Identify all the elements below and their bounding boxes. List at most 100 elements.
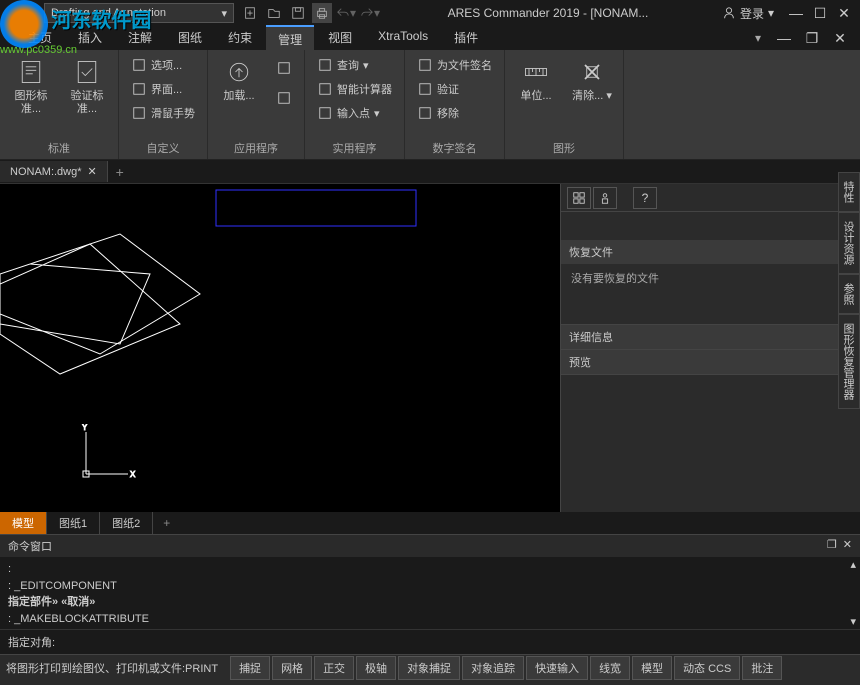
status-快速输入-button[interactable]: 快速输入 (526, 656, 588, 680)
list-view-icon[interactable] (593, 187, 617, 209)
menu-tab-主页[interactable]: 主页 (16, 25, 64, 52)
ribbon-query-button[interactable]: 查询 ▾ (311, 54, 398, 76)
add-tab-button[interactable]: + (108, 164, 132, 180)
query-icon (317, 57, 333, 73)
status-网格-button[interactable]: 网格 (272, 656, 312, 680)
cmd-restore-icon[interactable]: ❐ (827, 538, 837, 554)
menu-tab-管理[interactable]: 管理 (266, 25, 314, 52)
play-arrow[interactable] (270, 54, 298, 82)
panel-section-header[interactable]: 恢复文件✕ (561, 240, 860, 264)
command-window: 命令窗口 ❐ ✕ : : _EDITCOMPONENT 指定部件» «取消» :… (0, 534, 860, 654)
menu-tab-注解[interactable]: 注解 (116, 25, 164, 52)
menu-tab-插件[interactable]: 插件 (442, 25, 490, 52)
ribbon-mouse-button[interactable]: 滑鼠手势 (125, 102, 201, 124)
panel-section-header[interactable]: 详细信息✕ (561, 325, 860, 349)
scroll-up-icon[interactable]: ▴ (850, 557, 856, 574)
svg-text:Y: Y (82, 424, 88, 432)
ribbon-group-label: 标准 (6, 137, 112, 159)
side-tab-特性[interactable]: 特性 (838, 172, 860, 212)
status-正交-button[interactable]: 正交 (314, 656, 354, 680)
help-icon[interactable]: ? (633, 187, 657, 209)
new-icon[interactable] (240, 3, 260, 23)
side-tab-设计资源[interactable]: 设计资源 (838, 212, 860, 274)
ribbon-interface-button[interactable]: 界面... (125, 78, 201, 100)
maximize-button[interactable]: ☐ (808, 3, 832, 23)
add-layout-button[interactable]: + (153, 513, 180, 533)
add-script[interactable] (270, 84, 298, 112)
grid-view-icon[interactable] (567, 187, 591, 209)
app-title: ARES Commander 2019 - [NONAM... (380, 6, 716, 20)
ribbon-clean-button[interactable]: 清除... ▾ (567, 54, 617, 107)
layout-tab-模型[interactable]: 模型 (0, 512, 47, 534)
scroll-down-icon[interactable]: ▾ (850, 614, 856, 630)
menu-tab-视图[interactable]: 视图 (316, 25, 364, 52)
redo-icon[interactable]: ▾ (360, 3, 380, 23)
calc-icon (317, 81, 333, 97)
status-极轴-button[interactable]: 极轴 (356, 656, 396, 680)
layout-tabs: 模型图纸1图纸2+ (0, 512, 860, 534)
ribbon-remove-button[interactable]: 移除 (411, 102, 498, 124)
command-window-title: 命令窗口 (8, 538, 52, 554)
menu-tab-XtraTools[interactable]: XtraTools (366, 25, 440, 52)
ribbon-units-button[interactable]: 单位... (511, 54, 561, 107)
save-icon[interactable] (288, 3, 308, 23)
ribbon-calc-button[interactable]: 智能计算器 (311, 78, 398, 100)
options-icon (131, 57, 147, 73)
drawing-canvas[interactable]: Y X (0, 184, 560, 512)
menu-tab-约束[interactable]: 约束 (216, 25, 264, 52)
side-tab-图形恢复管理器[interactable]: 图形恢复管理器 (838, 314, 860, 409)
ribbon-options-button[interactable]: 选项... (125, 54, 201, 76)
close-icon[interactable]: ✕ (88, 165, 97, 178)
remove-icon (417, 105, 433, 121)
chevron-down-icon: ▾ (374, 107, 380, 120)
document-tabs: NONAM:.dwg* ✕ + (0, 160, 860, 184)
clean-icon (578, 58, 606, 86)
document-tab[interactable]: NONAM:.dwg* ✕ (0, 161, 108, 182)
close-button[interactable]: ✕ (832, 3, 856, 23)
cmd-close-icon[interactable]: ✕ (843, 538, 852, 554)
ribbon-verify-button[interactable]: 验证标准... (62, 54, 112, 120)
status-线宽-button[interactable]: 线宽 (590, 656, 630, 680)
layout-tab-图纸2[interactable]: 图纸2 (100, 512, 153, 534)
interface-icon (131, 81, 147, 97)
document-tab-label: NONAM:.dwg* (10, 166, 82, 178)
menu-tab-插入[interactable]: 插入 (66, 25, 114, 52)
status-动态 CCS-button[interactable]: 动态 CCS (674, 656, 740, 680)
chevron-down-icon: ▾ (363, 59, 369, 72)
status-模型-button[interactable]: 模型 (632, 656, 672, 680)
open-icon[interactable] (264, 3, 284, 23)
sign-icon (417, 57, 433, 73)
status-捕捉-button[interactable]: 捕捉 (230, 656, 270, 680)
ribbon-group-label: 数字签名 (411, 137, 498, 159)
print-icon[interactable] (312, 3, 332, 23)
doc-close-button[interactable]: ✕ (828, 28, 852, 48)
titlebar: Drafting and Annotation ▾ ▾ ▾ ARES Comma… (0, 0, 860, 26)
login-button[interactable]: 登录▾ (716, 5, 780, 22)
workspace-dropdown[interactable]: Drafting and Annotation ▾ (44, 3, 234, 23)
status-hint: 将图形打印到绘图仪、打印机或文件:PRINT (6, 660, 218, 676)
ribbon-sign-button[interactable]: 为文件签名 (411, 54, 498, 76)
layout-tab-图纸1[interactable]: 图纸1 (47, 512, 100, 534)
ribbon-load-button[interactable]: 加载... (214, 54, 264, 107)
menubar: 主页插入注解图纸约束管理视图XtraTools插件 ▾ — ❐ ✕ (0, 26, 860, 50)
load-icon (225, 58, 253, 86)
command-input[interactable]: 指定对角: (0, 629, 860, 654)
menu-tab-图纸[interactable]: 图纸 (166, 25, 214, 52)
status-对象捕捉-button[interactable]: 对象捕捉 (398, 656, 460, 680)
status-bar: 将图形打印到绘图仪、打印机或文件:PRINT 捕捉网格正交极轴对象捕捉对象追踪快… (0, 654, 860, 680)
ribbon-standards-button[interactable]: 图形标准... (6, 54, 56, 120)
panel-section-body: 没有要恢复的文件 (561, 264, 860, 324)
undo-icon[interactable]: ▾ (336, 3, 356, 23)
status-批注-button[interactable]: 批注 (742, 656, 782, 680)
doc-restore-button[interactable]: ❐ (800, 28, 824, 48)
command-history[interactable]: : : _EDITCOMPONENT 指定部件» «取消» : _MAKEBLO… (0, 557, 860, 629)
side-tab-参照[interactable]: 参照 (838, 274, 860, 314)
minimize-button[interactable]: — (784, 3, 808, 23)
units-icon (522, 58, 550, 86)
panel-section-header[interactable]: 预览✕ (561, 350, 860, 374)
doc-minimize-button[interactable]: — (772, 28, 796, 48)
ribbon-verify2-button[interactable]: 验证 (411, 78, 498, 100)
status-对象追踪-button[interactable]: 对象追踪 (462, 656, 524, 680)
ribbon-dropdown-icon[interactable]: ▾ (748, 28, 768, 48)
ribbon-point-button[interactable]: 输入点 ▾ (311, 102, 398, 124)
